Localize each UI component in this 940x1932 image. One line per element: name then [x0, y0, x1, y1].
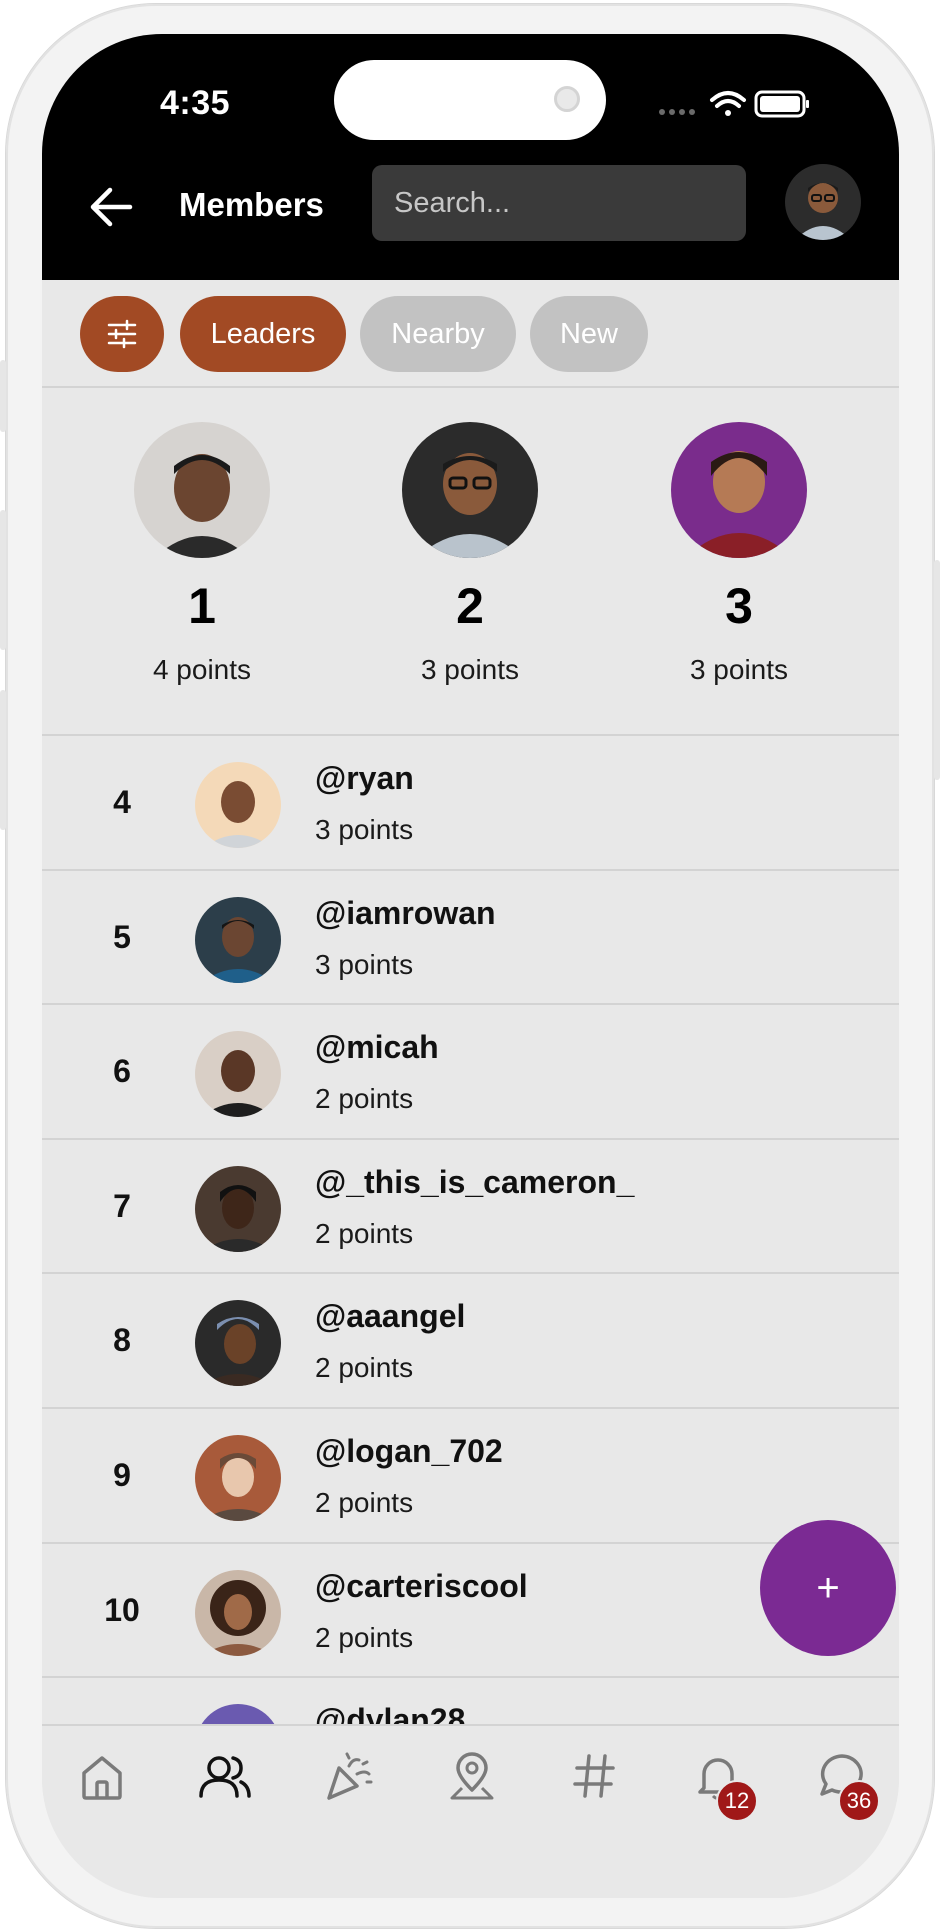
podium-points: 3 points — [420, 654, 520, 685]
side-button — [0, 360, 6, 432]
list-item[interactable]: 6 @micah 2 points — [42, 1005, 899, 1140]
member-rank: 5 — [113, 918, 131, 955]
member-points: 2 points — [315, 1486, 414, 1518]
avatar — [195, 1569, 281, 1656]
member-points: 3 points — [315, 814, 414, 845]
list-item[interactable]: 5 @iamrowan 3 points — [42, 871, 899, 1006]
messages-badge: 36 — [838, 1780, 880, 1822]
search-box[interactable] — [372, 165, 746, 241]
member-points: 2 points — [315, 1352, 414, 1384]
list-item[interactable]: 4 @ryan 3 points — [42, 736, 899, 871]
status-time: 4:35 — [160, 84, 231, 122]
member-points: 3 points — [315, 948, 414, 980]
filter-bar: Leaders Nearby New — [42, 280, 899, 388]
member-rank: 9 — [113, 1456, 131, 1493]
chip-new[interactable]: New — [530, 296, 648, 372]
hashtag-icon[interactable] — [565, 1746, 625, 1806]
member-rank: 7 — [113, 1187, 131, 1224]
dynamic-island — [334, 60, 606, 140]
list-item[interactable]: 9 @logan_702 2 points — [42, 1409, 899, 1544]
member-username: @_this_is_cameron_ — [315, 1163, 635, 1200]
avatar — [134, 422, 270, 558]
page-title: Members — [179, 186, 324, 223]
list-item[interactable]: 8 @aaangel 2 points — [42, 1274, 899, 1409]
podium-second[interactable]: 2 3 points — [370, 422, 570, 686]
avatar — [195, 896, 281, 983]
sliders-icon — [107, 319, 137, 349]
member-points: 2 points — [315, 1217, 414, 1249]
podium-rank: 2 — [456, 578, 484, 634]
add-fab-button[interactable]: + — [760, 1520, 896, 1656]
chip-leaders[interactable]: Leaders — [180, 296, 346, 372]
member-points: 2 points — [315, 1083, 414, 1115]
podium-points: 3 points — [689, 654, 789, 685]
profile-avatar[interactable] — [785, 164, 861, 240]
list-item[interactable]: 7 @_this_is_cameron_ 2 points — [42, 1140, 899, 1275]
podium-first[interactable]: 1 4 points — [102, 422, 302, 686]
podium-rank: 1 — [188, 578, 216, 634]
avatar — [195, 1434, 281, 1521]
notifications-badge: 12 — [716, 1780, 758, 1822]
avatar — [671, 422, 807, 558]
app-screen: 4:35 Members Search... Leaders Nearby Ne… — [42, 34, 899, 1898]
members-icon[interactable] — [195, 1746, 255, 1806]
avatar — [195, 1031, 281, 1118]
home-icon[interactable] — [72, 1746, 132, 1806]
member-rank: 4 — [113, 784, 131, 820]
search-input[interactable] — [372, 165, 746, 241]
member-username: @micah — [315, 1029, 439, 1066]
side-button — [0, 510, 6, 650]
map-pin-icon[interactable] — [442, 1746, 502, 1806]
avatar-image — [785, 164, 861, 240]
status-icons — [659, 90, 809, 118]
member-username: @carteriscool — [315, 1567, 528, 1604]
podium-third[interactable]: 3 3 points — [639, 422, 839, 686]
member-username: @logan_702 — [315, 1432, 503, 1469]
party-icon[interactable] — [319, 1746, 379, 1806]
leaderboard-podium: 1 4 points 2 3 points 3 3 points — [42, 390, 899, 736]
chip-nearby[interactable]: Nearby — [360, 296, 516, 372]
top-bar: 4:35 Members — [42, 34, 899, 280]
podium-points: 4 points — [152, 654, 252, 685]
member-username: @aaangel — [315, 1298, 466, 1335]
back-arrow-icon[interactable] — [86, 182, 136, 232]
filter-settings-button[interactable] — [80, 296, 164, 372]
avatar — [402, 422, 538, 558]
camera-icon — [554, 86, 580, 112]
avatar — [195, 1300, 281, 1387]
side-button — [934, 560, 940, 780]
side-button — [0, 690, 6, 830]
bottom-nav: 12 36 — [42, 1724, 899, 1898]
avatar — [195, 1165, 281, 1252]
member-points: 2 points — [315, 1621, 414, 1653]
member-username: @iamrowan — [315, 894, 496, 931]
signal-icon — [659, 109, 695, 115]
podium-rank: 3 — [725, 578, 753, 634]
member-rank: 6 — [113, 1053, 131, 1090]
member-username: @ryan — [315, 760, 414, 796]
member-rank: 8 — [113, 1322, 131, 1359]
battery-icon — [754, 90, 809, 118]
avatar — [195, 762, 281, 848]
wifi-icon — [710, 91, 746, 116]
member-rank: 10 — [104, 1591, 140, 1628]
